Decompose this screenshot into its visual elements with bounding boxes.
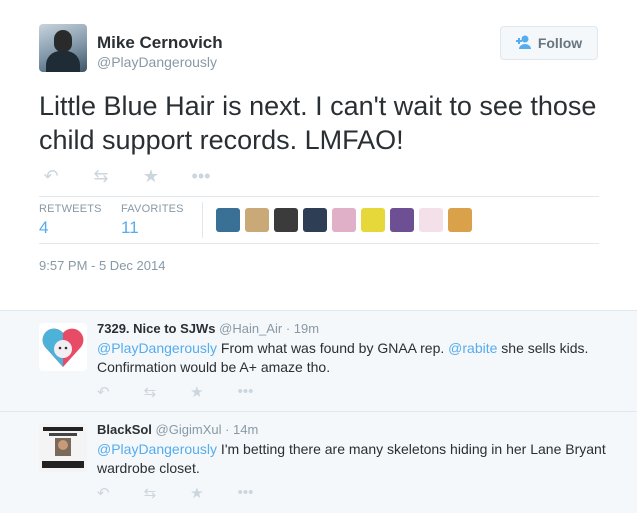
favoriter-avatar[interactable] [274, 208, 298, 232]
tweet-timestamp[interactable]: 9:57 PM - 5 Dec 2014 [39, 258, 165, 273]
reply-author[interactable]: BlackSol @GigimXul · 14m [97, 422, 258, 437]
reply-author-handle: @GigimXul [155, 422, 222, 437]
follow-user-icon [515, 35, 532, 52]
reply-actions: ↶ ⇆ ★ ••• [97, 383, 253, 401]
reply-icon[interactable]: ↶ [97, 484, 110, 502]
favoriter-avatar[interactable] [216, 208, 240, 232]
retweets-count[interactable]: 4 [39, 218, 48, 238]
retweet-icon[interactable]: ⇆ [89, 166, 113, 187]
replies-section: 7329. Nice to SJWs @Hain_Air · 19m @Play… [0, 310, 637, 513]
favoriter-avatar[interactable] [448, 208, 472, 232]
retweet-icon[interactable]: ⇆ [144, 383, 157, 401]
stats-divider-top [39, 196, 599, 197]
stats-separator [202, 202, 203, 238]
favorites-count[interactable]: 11 [121, 218, 139, 238]
reply-actions: ↶ ⇆ ★ ••• [97, 484, 253, 502]
author-handle[interactable]: @PlayDangerously [97, 54, 217, 70]
reply-author-name: BlackSol [97, 422, 152, 437]
favoriter-avatar[interactable] [245, 208, 269, 232]
more-icon[interactable]: ••• [189, 166, 213, 187]
mention-link[interactable]: @rabite [448, 340, 497, 356]
more-icon[interactable]: ••• [238, 383, 254, 401]
reply-time[interactable]: · 19m [286, 321, 319, 336]
reply-author[interactable]: 7329. Nice to SJWs @Hain_Air · 19m [97, 321, 319, 336]
favorite-icon[interactable]: ★ [190, 484, 203, 502]
favoriters-avatars [216, 208, 472, 232]
reply-divider [0, 411, 637, 412]
favorite-icon[interactable]: ★ [190, 383, 203, 401]
stats-divider-bottom [39, 243, 599, 244]
reply-time[interactable]: · 14m [225, 422, 258, 437]
favoriter-avatar[interactable] [361, 208, 385, 232]
favoriter-avatar[interactable] [303, 208, 327, 232]
tweet-detail: Mike Cernovich @PlayDangerously Follow L… [0, 0, 637, 310]
more-icon[interactable]: ••• [238, 484, 254, 502]
reply-text: @PlayDangerously From what was found by … [97, 339, 617, 377]
retweets-label: RETWEETS [39, 203, 102, 215]
favorite-icon[interactable]: ★ [139, 166, 163, 187]
reply-icon[interactable]: ↶ [39, 166, 63, 187]
reply-avatar[interactable] [39, 323, 87, 371]
author-name[interactable]: Mike Cernovich [97, 33, 223, 53]
favoriter-avatar[interactable] [419, 208, 443, 232]
favoriter-avatar[interactable] [332, 208, 356, 232]
favorites-label: FAVORITES [121, 203, 184, 215]
favoriter-avatar[interactable] [390, 208, 414, 232]
mention-link[interactable]: @PlayDangerously [97, 340, 217, 356]
reply-avatar[interactable] [39, 424, 87, 472]
tweet-actions: ↶ ⇆ ★ ••• [39, 166, 213, 187]
retweet-icon[interactable]: ⇆ [144, 484, 157, 502]
reply-author-name: 7329. Nice to SJWs [97, 321, 216, 336]
mention-link[interactable]: @PlayDangerously [97, 441, 217, 457]
reply-icon[interactable]: ↶ [97, 383, 110, 401]
reply-text: @PlayDangerously I'm betting there are m… [97, 440, 617, 478]
author-avatar[interactable] [39, 24, 87, 72]
reply-author-handle: @Hain_Air [219, 321, 283, 336]
reply-text-part: From what was found by GNAA rep. [217, 340, 449, 356]
follow-label: Follow [537, 35, 583, 51]
follow-button[interactable]: Follow [500, 26, 598, 60]
tweet-text: Little Blue Hair is next. I can't wait t… [39, 91, 597, 155]
